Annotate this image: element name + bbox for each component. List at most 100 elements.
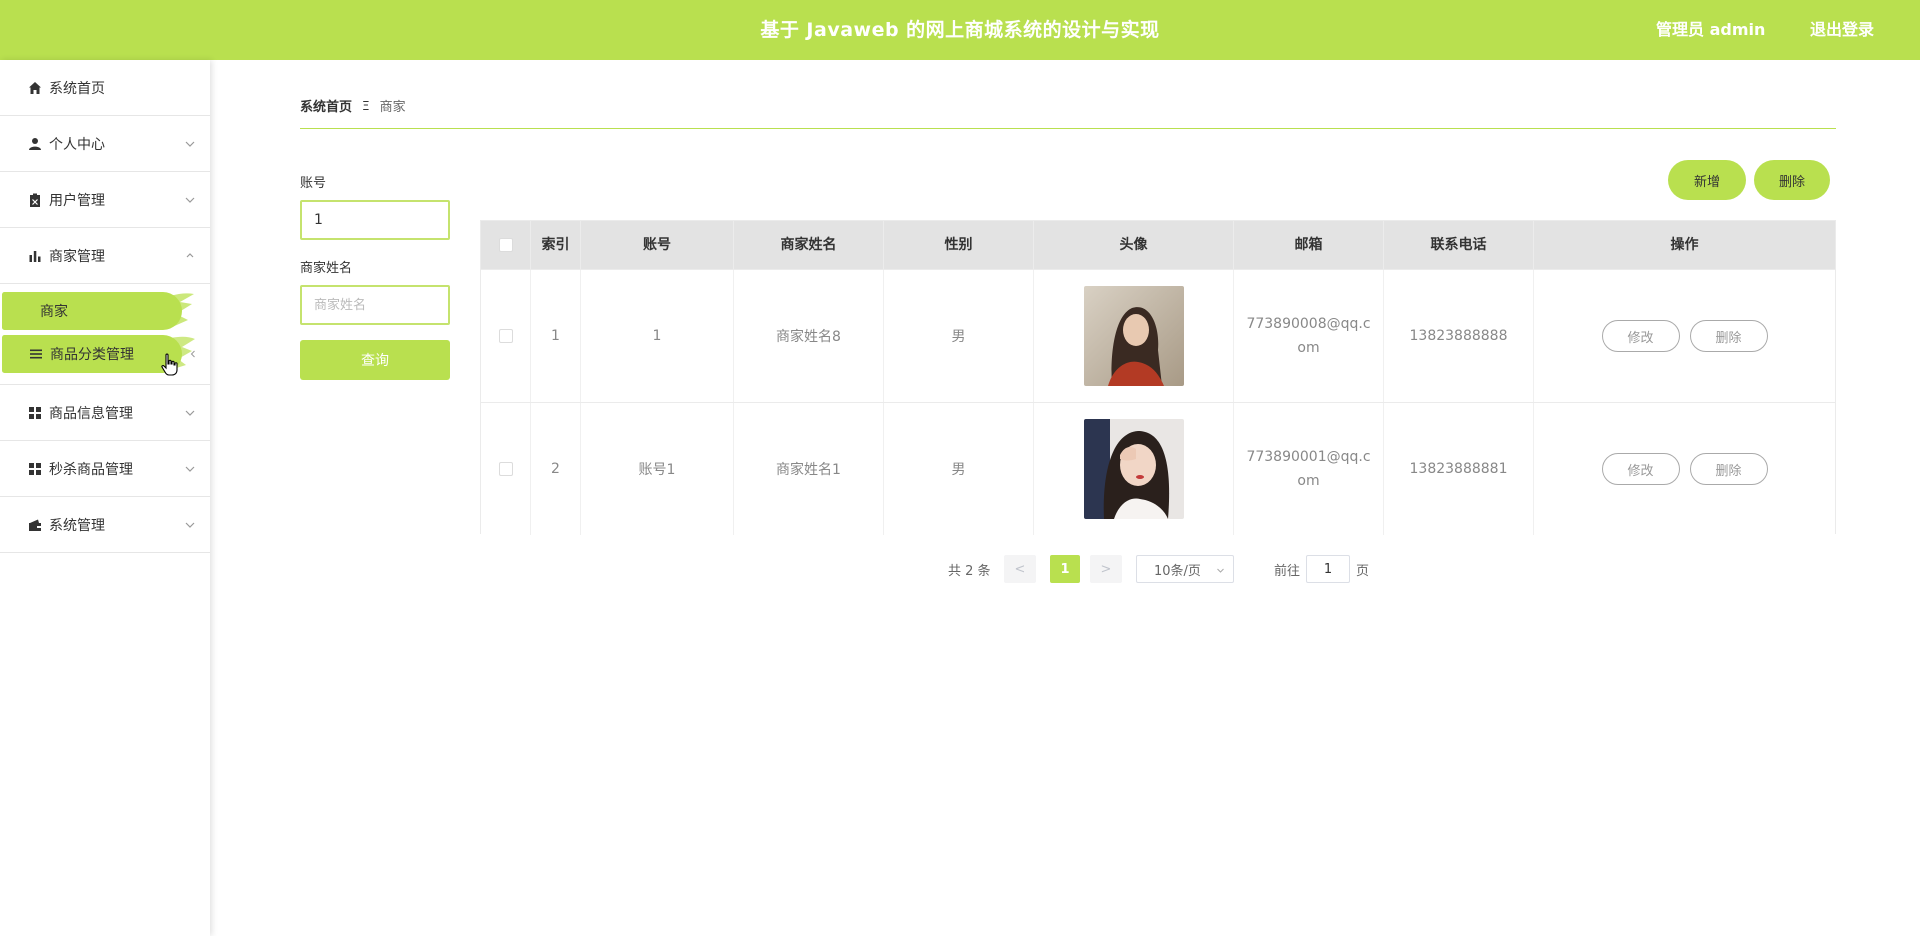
account-input[interactable]	[300, 200, 450, 240]
column-header: 索引	[531, 221, 581, 269]
index-cell: 1	[531, 270, 581, 402]
sidebar-item-user-management[interactable]: 用户管理	[0, 172, 210, 228]
breadcrumb-home[interactable]: 系统首页	[300, 96, 352, 115]
column-header: 操作	[1670, 237, 1699, 253]
page-1-button[interactable]: 1	[1050, 555, 1080, 583]
goto-label: 前往	[1274, 563, 1301, 579]
chevron-down-icon	[184, 463, 196, 475]
sidebar-item-system-management[interactable]: 系统管理	[0, 497, 210, 553]
sidebar-subitem-merchant[interactable]: 商家	[2, 292, 194, 330]
chevron-down-icon	[1217, 568, 1224, 573]
grid-icon	[28, 406, 42, 420]
pagination-total: 共 2 条	[948, 563, 991, 579]
chevron-down-icon	[184, 407, 196, 419]
edit-button[interactable]: 修改	[1601, 453, 1680, 485]
prev-page-button[interactable]: <	[1004, 555, 1036, 583]
sidebar-item-home[interactable]: 系统首页	[0, 60, 210, 116]
chevron-down-icon	[184, 138, 196, 150]
sidebar-item-label: 秒杀商品管理	[49, 461, 133, 478]
goto-suffix: 页	[1356, 563, 1370, 579]
table-row: 2 账号1 商家姓名1 男 773890001@qq.com 138238888…	[481, 402, 1835, 535]
row-checkbox-cell	[481, 403, 531, 535]
account-label: 账号	[300, 176, 327, 191]
chevron-left-icon	[190, 350, 195, 358]
header-checkbox-cell	[481, 221, 531, 269]
email-cell: 773890008@qq.com	[1234, 270, 1384, 402]
chevron-down-icon	[184, 519, 196, 531]
sidebar-item-label: 系统首页	[49, 80, 105, 97]
avatar	[1083, 286, 1184, 386]
row-checkbox-cell	[481, 270, 531, 402]
account-cell: 1	[581, 270, 734, 402]
row-checkbox[interactable]	[498, 462, 513, 476]
sidebar-item-label: 商品信息管理	[49, 405, 133, 422]
index-cell: 2	[531, 403, 581, 535]
edit-button[interactable]: 修改	[1601, 320, 1680, 352]
bar-chart-icon	[28, 249, 42, 263]
chevron-up-icon	[184, 250, 196, 262]
gender-cell: 男	[884, 403, 1034, 535]
column-header: 账号	[581, 221, 734, 269]
sidebar-item-merchant-management[interactable]: 商家管理	[0, 228, 210, 284]
merchant-name-label: 商家姓名	[300, 261, 353, 276]
page-size-value: 10条/页	[1154, 563, 1201, 579]
chevron-down-icon	[184, 194, 196, 206]
email-cell: 773890001@qq.com	[1234, 403, 1384, 535]
merchant-table: 索引 账号 商家姓名 性别 头像 邮箱 联系电话 操作 1 1 商家姓名8 男	[480, 220, 1836, 535]
next-page-button[interactable]: >	[1090, 555, 1122, 583]
wallet-icon	[28, 518, 42, 532]
column-header: 邮箱	[1234, 221, 1384, 269]
sidebar-item-label: 系统管理	[49, 517, 105, 534]
brush-decoration	[170, 293, 194, 328]
actions-cell: 修改 删除	[1534, 270, 1835, 402]
sidebar-item-flash-sale[interactable]: 秒杀商品管理	[0, 441, 210, 497]
breadcrumb-separator: Ξ	[362, 98, 370, 113]
top-header: 基于 Javaweb 的网上商城系统的设计与实现 管理员 admin 退出登录	[0, 0, 1920, 60]
column-header: 头像	[1034, 221, 1234, 269]
delete-button[interactable]: 删除	[1689, 453, 1768, 485]
bulk-delete-button[interactable]: 删除	[1754, 160, 1830, 200]
phone-cell: 13823888881	[1384, 403, 1534, 535]
sidebar-item-personal-center[interactable]: 个人中心	[0, 116, 210, 172]
sidebar-item-label: 商品分类管理	[50, 347, 134, 363]
column-header: 商家姓名	[734, 221, 884, 269]
select-all-checkbox[interactable]	[498, 238, 513, 252]
page-size-select[interactable]: 10条/页	[1136, 555, 1234, 583]
breadcrumb: 系统首页 Ξ 商家	[300, 96, 406, 116]
hand-cursor-icon	[161, 353, 178, 376]
row-checkbox[interactable]	[498, 329, 513, 343]
add-button[interactable]: 新增	[1668, 160, 1746, 200]
list-icon	[29, 347, 43, 361]
sidebar: 系统首页 个人中心 用户管理 商家管理 商家 商品分类管理 商品信息管理 秒杀商…	[0, 60, 210, 936]
avatar	[1083, 419, 1184, 519]
sidebar-item-label: 商家管理	[49, 248, 105, 265]
grid-icon	[28, 462, 42, 476]
home-icon	[28, 81, 42, 95]
clipboard-icon	[28, 193, 42, 207]
merchant-name-input[interactable]	[300, 285, 450, 325]
sidebar-item-product-info[interactable]: 商品信息管理	[0, 385, 210, 441]
logout-link[interactable]: 退出登录	[1810, 0, 1874, 60]
breadcrumb-current: 商家	[379, 100, 406, 115]
admin-label: 管理员 admin	[1656, 20, 1766, 39]
user-icon	[28, 137, 42, 151]
name-cell: 商家姓名8	[734, 270, 884, 402]
account-cell: 账号1	[581, 403, 734, 535]
actions-cell: 修改 删除	[1534, 403, 1835, 535]
sidebar-item-category-management[interactable]: 商品分类管理	[2, 335, 195, 373]
goto-page-input[interactable]	[1306, 555, 1350, 583]
name-cell: 商家姓名1	[734, 403, 884, 535]
query-button[interactable]: 查询	[300, 340, 450, 380]
table-row: 1 1 商家姓名8 男 773890008@qq.com 13823888888…	[481, 269, 1835, 402]
column-header: 联系电话	[1384, 221, 1534, 269]
avatar-cell	[1034, 270, 1234, 402]
gender-cell: 男	[884, 270, 1034, 402]
breadcrumb-divider	[300, 128, 1836, 129]
column-header: 性别	[884, 221, 1034, 269]
table-header: 索引 账号 商家姓名 性别 头像 邮箱 联系电话 操作	[481, 221, 1835, 269]
delete-button[interactable]: 删除	[1689, 320, 1768, 352]
phone-cell: 13823888888	[1384, 270, 1534, 402]
sidebar-item-label: 用户管理	[49, 192, 105, 209]
avatar-cell	[1034, 403, 1234, 535]
app-title: 基于 Javaweb 的网上商城系统的设计与实现	[760, 19, 1160, 41]
